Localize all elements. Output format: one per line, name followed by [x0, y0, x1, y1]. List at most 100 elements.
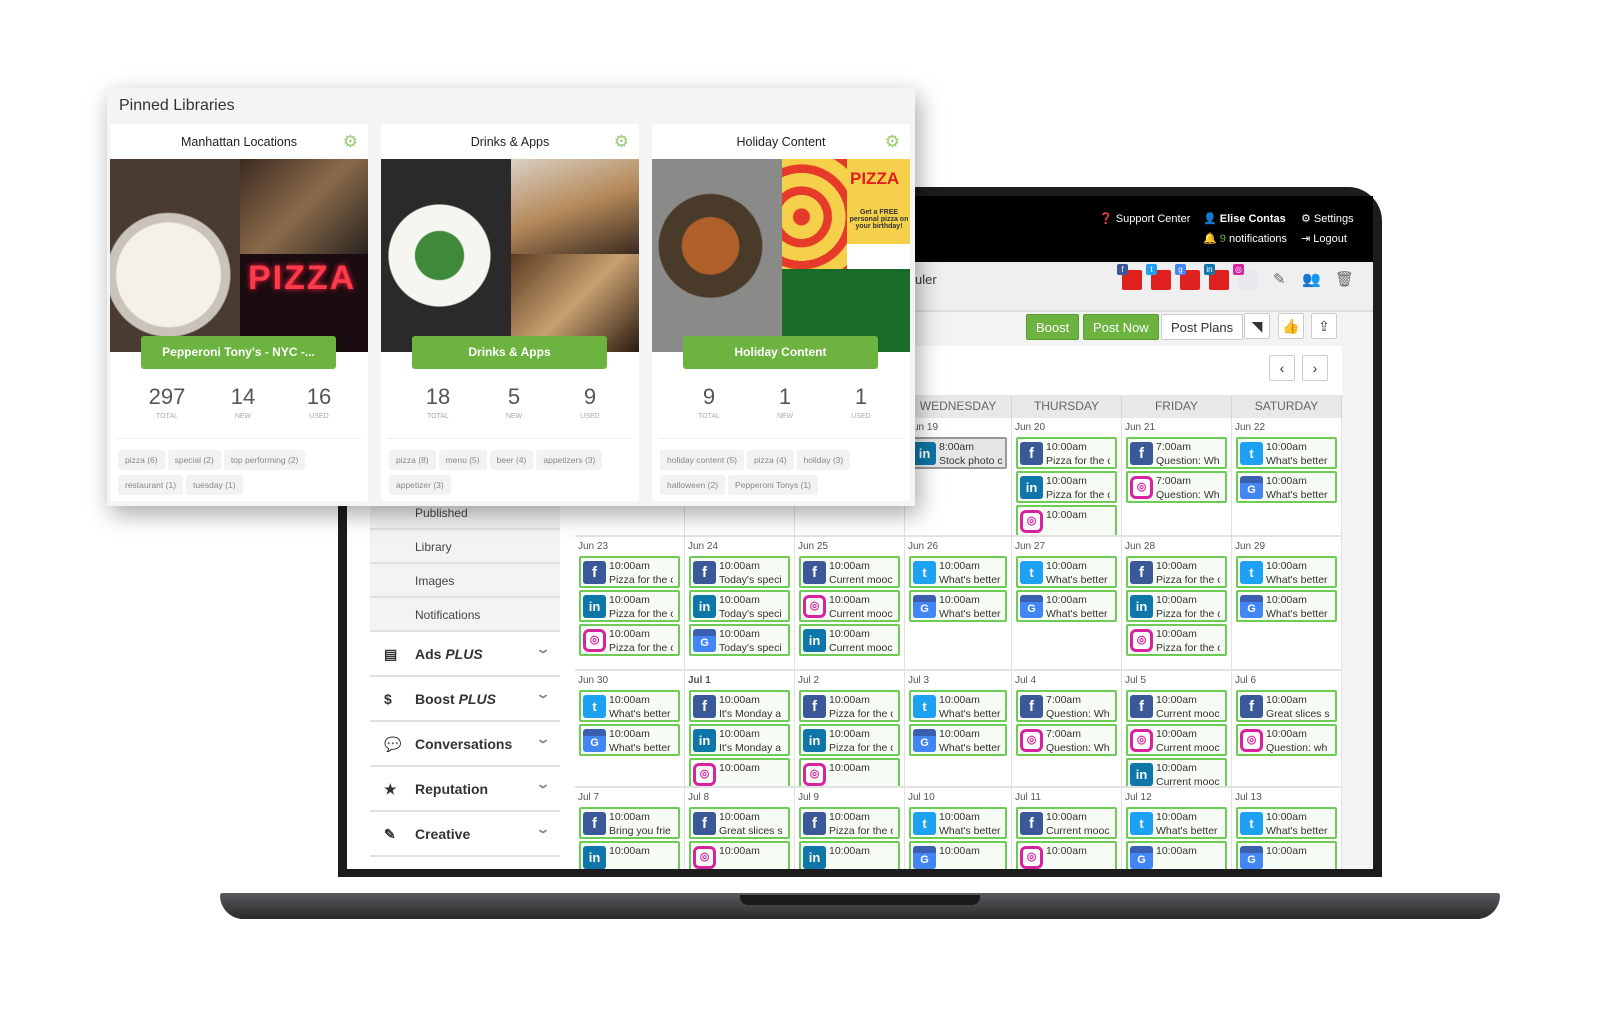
library-card[interactable]: Manhattan Locations ⚙ PIZZA Pepperoni Tony'…	[110, 124, 368, 501]
calendar-day-cell[interactable]: Jul 4 f 7:00am Question: Wh ◎ 7:00am Question:…	[1012, 671, 1122, 788]
scheduled-post[interactable]: in 10:00am Pizza for the c	[1126, 590, 1227, 622]
scheduled-post[interactable]: ◎ 10:00am Current mooc	[1126, 724, 1227, 756]
tag-chip[interactable]: holiday (3)	[796, 450, 851, 470]
scheduled-post[interactable]: in 10:00am	[579, 841, 680, 869]
scheduled-post[interactable]: in 8:00am Stock photo c	[909, 437, 1007, 469]
scheduled-post[interactable]: in 10:00am It's Monday a	[689, 724, 790, 756]
next-week-button[interactable]: ›	[1302, 355, 1328, 381]
tag-chip[interactable]: pizza (8)	[389, 450, 436, 470]
support-center-link[interactable]: ❓ Support Center	[1099, 212, 1190, 225]
post-plans-button[interactable]: Post Plans	[1161, 314, 1244, 340]
calendar-day-cell[interactable]: Jul 8 f 10:00am Great slices s ◎ 10:00am	[685, 788, 795, 869]
profile-avatar-facebook[interactable]: f	[1117, 264, 1142, 290]
scheduled-post[interactable]: f 10:00am Bring you frie	[579, 807, 680, 839]
sidebar-item-library[interactable]: Library	[370, 530, 560, 564]
calendar-day-cell[interactable]: Jul 12 t 10:00am What's better G 10:00am	[1122, 788, 1232, 869]
chevron-down-icon[interactable]: ⌄	[535, 732, 550, 746]
library-open-button[interactable]: Holiday Content	[683, 336, 878, 369]
gear-icon[interactable]: ⚙	[614, 132, 629, 152]
calendar-day-cell[interactable]: Jun 27 t 10:00am What's better G 10:00am What'…	[1012, 537, 1122, 671]
scheduled-post[interactable]: f 10:00am Current mooc	[1016, 807, 1117, 839]
scheduled-post[interactable]: ◎ 10:00am Current mooc	[799, 590, 900, 622]
scheduled-post[interactable]: ◎ 10:00am	[689, 841, 790, 869]
trash-icon[interactable]: 🗑	[1335, 270, 1354, 288]
calendar-day-cell[interactable]: Jun 26 t 10:00am What's better G 10:00am What'…	[905, 537, 1012, 671]
scheduled-post[interactable]: t 10:00am What's better	[909, 807, 1007, 839]
boost-button[interactable]: Boost	[1026, 314, 1080, 340]
scheduled-post[interactable]: f 7:00am Question: Wh	[1016, 690, 1117, 722]
scheduled-post[interactable]: f 10:00am Pizza for the c	[579, 556, 680, 588]
gear-icon[interactable]: ⚙	[885, 132, 900, 152]
calendar-day-cell[interactable]: Jul 11 f 10:00am Current mooc ◎ 10:00am	[1012, 788, 1122, 869]
scheduled-post[interactable]: in 10:00am Pizza for the c	[1016, 471, 1117, 503]
tag-chip[interactable]: restaurant (1)	[118, 475, 184, 495]
sidebar-section-conversations[interactable]: 💬 Conversations ⌄	[370, 722, 560, 767]
scheduled-post[interactable]: G 10:00am What's better	[579, 724, 680, 756]
scheduled-post[interactable]: G 10:00am What's better	[1236, 590, 1337, 622]
post-now-button[interactable]: Post Now	[1083, 314, 1159, 340]
thumbs-up-icon[interactable]: 👍	[1278, 313, 1304, 339]
calendar-day-cell[interactable]: Jul 5 f 10:00am Current mooc ◎ 10:00am Current…	[1122, 671, 1232, 788]
scheduled-post[interactable]: in 10:00am Pizza for the c	[799, 724, 900, 756]
calendar-day-cell[interactable]: Jul 7 f 10:00am Bring you frie in 10:00am	[575, 788, 685, 869]
chevron-down-icon[interactable]: ⌄	[535, 777, 550, 791]
scheduled-post[interactable]: f 7:00am Question: Wh	[1126, 437, 1227, 469]
notifications-link[interactable]: 🔔 9 notifications	[1203, 232, 1287, 245]
calendar-day-cell[interactable]: Jun 20 f 10:00am Pizza for the c in 10:00am Pi…	[1012, 418, 1122, 537]
tag-chip[interactable]: Pepperoni Tonys (1)	[728, 475, 818, 495]
sidebar-section-ads[interactable]: ▤ Ads PLUS ⌄	[370, 632, 560, 677]
scheduled-post[interactable]: f 10:00am Pizza for the c	[799, 690, 900, 722]
scheduled-post[interactable]: G 10:00am	[1236, 841, 1337, 869]
tag-chip[interactable]: holiday content (5)	[660, 450, 744, 470]
scheduled-post[interactable]: f 10:00am Pizza for the c	[1016, 437, 1117, 469]
tag-chip[interactable]: tuesday (1)	[186, 475, 243, 495]
user-menu[interactable]: 👤 Elise Contas	[1203, 212, 1286, 225]
scheduled-post[interactable]: t 10:00am What's better	[1016, 556, 1117, 588]
scheduled-post[interactable]: G 10:00am	[1126, 841, 1227, 869]
tag-chip[interactable]: top performing (2)	[223, 450, 306, 470]
calendar-day-cell[interactable]: Jun 28 f 10:00am Pizza for the c in 10:00am Pi…	[1122, 537, 1232, 671]
scheduled-post[interactable]: t 10:00am What's better	[1236, 807, 1337, 839]
calendar-day-cell[interactable]: Jul 10 t 10:00am What's better G 10:00am	[905, 788, 1012, 869]
calendar-day-cell[interactable]: Jun 29 t 10:00am What's better G 10:00am What'…	[1232, 537, 1342, 671]
tag-chip[interactable]: special (2)	[167, 450, 221, 470]
scheduled-post[interactable]: in 10:00am Current mooc	[1126, 758, 1227, 786]
scheduled-post[interactable]: in 10:00am Current mooc	[799, 624, 900, 656]
scheduled-post[interactable]: in 10:00am Today's speci	[689, 590, 790, 622]
settings-link[interactable]: ⚙ Settings	[1301, 212, 1354, 225]
profile-avatar-instagram[interactable]: ◎	[1233, 264, 1258, 290]
scheduled-post[interactable]: ◎ 10:00am	[799, 758, 900, 786]
library-card[interactable]: Drinks & Apps ⚙ Drinks & Apps 18 TOTAL 5 NEW 9 U…	[381, 124, 639, 501]
scheduled-post[interactable]: f 10:00am Pizza for the c	[1126, 556, 1227, 588]
scheduled-post[interactable]: ◎ 10:00am	[1016, 841, 1117, 869]
scheduled-post[interactable]: G 10:00am What's better	[909, 590, 1007, 622]
scheduled-post[interactable]: ◎ 10:00am Pizza for the c	[1126, 624, 1227, 656]
scheduled-post[interactable]: t 10:00am What's better	[1126, 807, 1227, 839]
scheduled-post[interactable]: ◎ 10:00am Question: wh	[1236, 724, 1337, 756]
calendar-day-cell[interactable]: Jun 23 f 10:00am Pizza for the c in 10:00am Pi…	[575, 537, 685, 671]
scheduled-post[interactable]: f 10:00am Pizza for the c	[799, 807, 900, 839]
chevron-down-icon[interactable]: ⌄	[535, 822, 550, 836]
sidebar-section-boost[interactable]: $ Boost PLUS ⌄	[370, 677, 560, 722]
profile-avatar-gmb[interactable]: g	[1175, 264, 1200, 290]
scheduled-post[interactable]: t 10:00am What's better	[909, 690, 1007, 722]
scheduled-post[interactable]: f 10:00am Current mooc	[1126, 690, 1227, 722]
calendar-day-cell[interactable]: Jul 13 t 10:00am What's better G 10:00am	[1232, 788, 1342, 869]
scheduled-post[interactable]: f 10:00am Today's speci	[689, 556, 790, 588]
scheduled-post[interactable]: ◎ 7:00am Question: Wh	[1016, 724, 1117, 756]
tag-chip[interactable]: pizza (4)	[746, 450, 794, 470]
scheduled-post[interactable]: G 10:00am Today's speci	[689, 624, 790, 656]
tag-chip[interactable]: appetizers (3)	[536, 450, 603, 470]
scheduled-post[interactable]: G 10:00am What's better	[909, 724, 1007, 756]
profile-avatar-twitter[interactable]: t	[1146, 264, 1171, 290]
tag-chip[interactable]: pizza (6)	[118, 450, 165, 470]
scheduled-post[interactable]: t 10:00am What's better	[909, 556, 1007, 588]
scheduled-post[interactable]: G 10:00am	[909, 841, 1007, 869]
calendar-day-cell[interactable]: Jun 30 t 10:00am What's better G 10:00am What'…	[575, 671, 685, 788]
library-open-button[interactable]: Pepperoni Tony's - NYC -...	[141, 336, 336, 369]
scheduled-post[interactable]: in 10:00am	[799, 841, 900, 869]
scheduled-post[interactable]: t 10:00am What's better	[1236, 437, 1337, 469]
logout-link[interactable]: ⇥ Logout	[1301, 232, 1347, 245]
sidebar-section-creative[interactable]: ✎ Creative ⌄	[370, 812, 560, 857]
prev-week-button[interactable]: ‹	[1269, 355, 1295, 381]
